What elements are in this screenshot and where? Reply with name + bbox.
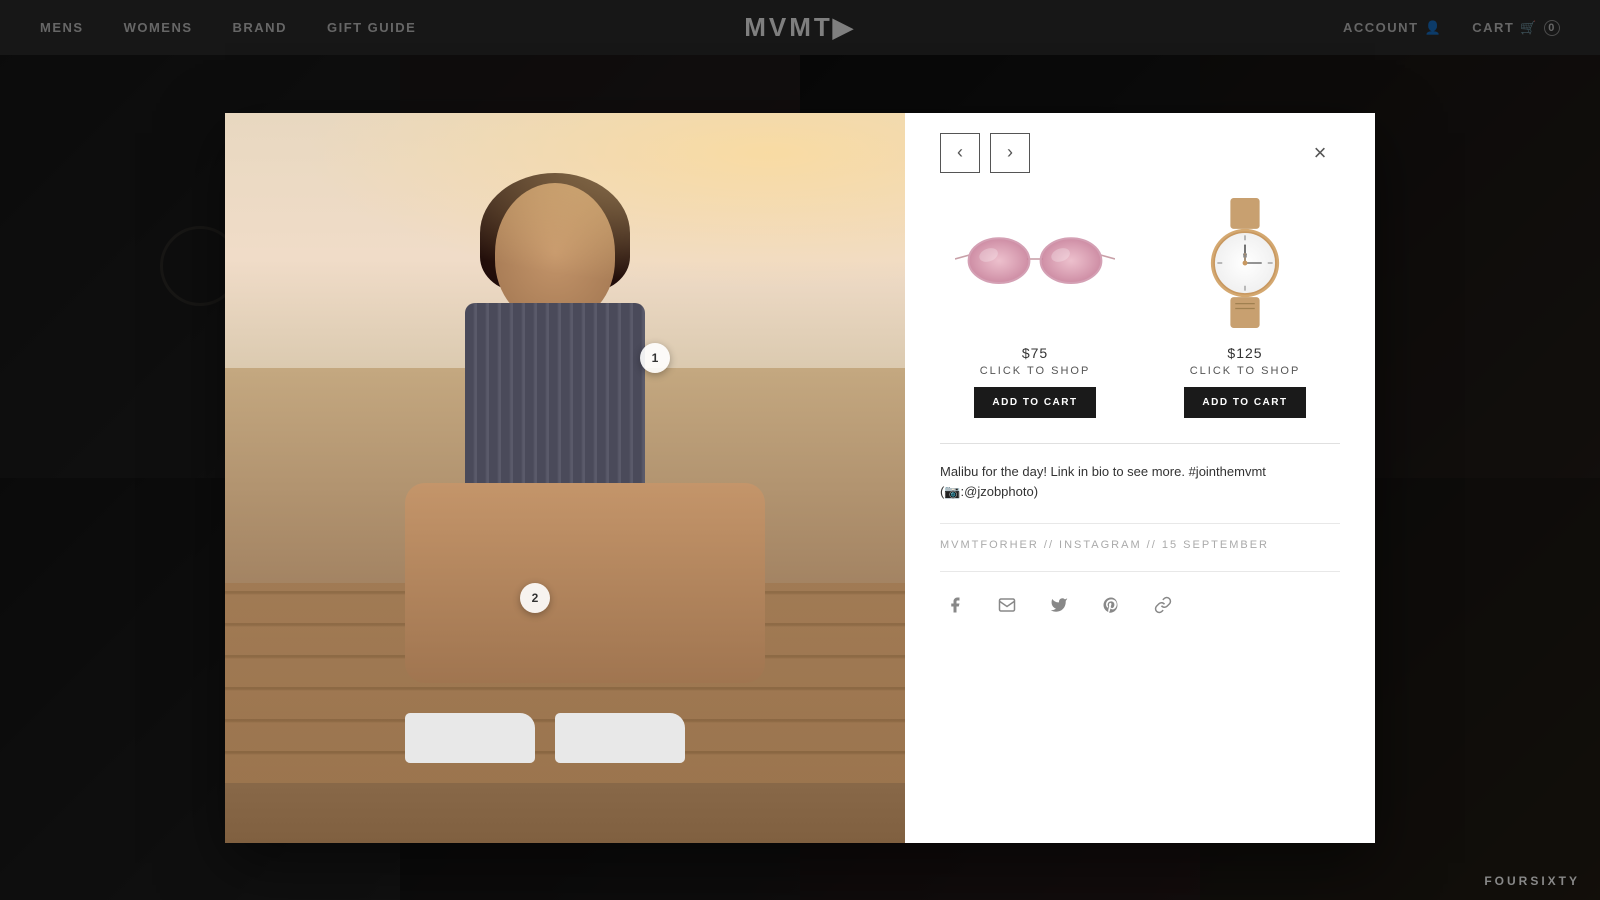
person-shoe-left <box>405 713 535 763</box>
product-card-2: M $125 CLICK TO SHOP ADD TO CART <box>1150 193 1340 418</box>
product-modal: 1 2 ‹ › × <box>225 113 1375 843</box>
modal-nav-arrows: ‹ › <box>940 133 1030 173</box>
photo-background: 1 2 <box>225 113 905 843</box>
add-to-cart-btn-1[interactable]: ADD TO CART <box>974 387 1095 418</box>
twitter-icon[interactable] <box>1044 590 1074 620</box>
sunglasses-image <box>955 193 1115 333</box>
product-card-1: $75 CLICK TO SHOP ADD TO CART <box>940 193 1130 418</box>
person-legs <box>405 483 765 683</box>
product-2-shop-label[interactable]: CLICK TO SHOP <box>1190 365 1301 377</box>
prev-button[interactable]: ‹ <box>940 133 980 173</box>
post-caption: Malibu for the day! Link in bio to see m… <box>940 443 1340 504</box>
close-button[interactable]: × <box>1300 133 1340 173</box>
svg-text:M: M <box>1243 253 1248 259</box>
modal-navigation: ‹ › × <box>940 133 1340 173</box>
post-meta: MVMTFORHER // INSTAGRAM // 15 SEPTEMBER <box>940 523 1340 551</box>
watch-image: M <box>1165 193 1325 333</box>
modal-overlay: 1 2 ‹ › × <box>0 0 1600 900</box>
foursixty-brand: FOURSIXTY <box>1484 874 1580 888</box>
hotspot-2[interactable]: 2 <box>520 583 550 613</box>
person-figure <box>325 183 785 763</box>
caption-text: Malibu for the day! Link in bio to see m… <box>940 462 1340 483</box>
hotspot-1[interactable]: 1 <box>640 343 670 373</box>
link-icon[interactable] <box>1148 590 1178 620</box>
modal-photo: 1 2 <box>225 113 905 843</box>
social-row <box>940 571 1340 620</box>
product-1-shop-label[interactable]: CLICK TO SHOP <box>980 365 1091 377</box>
product-1-price: $75 <box>1022 345 1048 361</box>
person-head <box>495 183 615 323</box>
pinterest-icon[interactable] <box>1096 590 1126 620</box>
add-to-cart-btn-2[interactable]: ADD TO CART <box>1184 387 1305 418</box>
person-shoe-right <box>555 713 685 763</box>
products-row: $75 CLICK TO SHOP ADD TO CART <box>940 193 1340 418</box>
next-button[interactable]: › <box>990 133 1030 173</box>
facebook-icon[interactable] <box>940 590 970 620</box>
modal-info: ‹ › × <box>905 113 1375 843</box>
photo-credit: (📷:@jzobphoto) <box>940 482 1340 503</box>
email-icon[interactable] <box>992 590 1022 620</box>
product-2-price: $125 <box>1227 345 1262 361</box>
